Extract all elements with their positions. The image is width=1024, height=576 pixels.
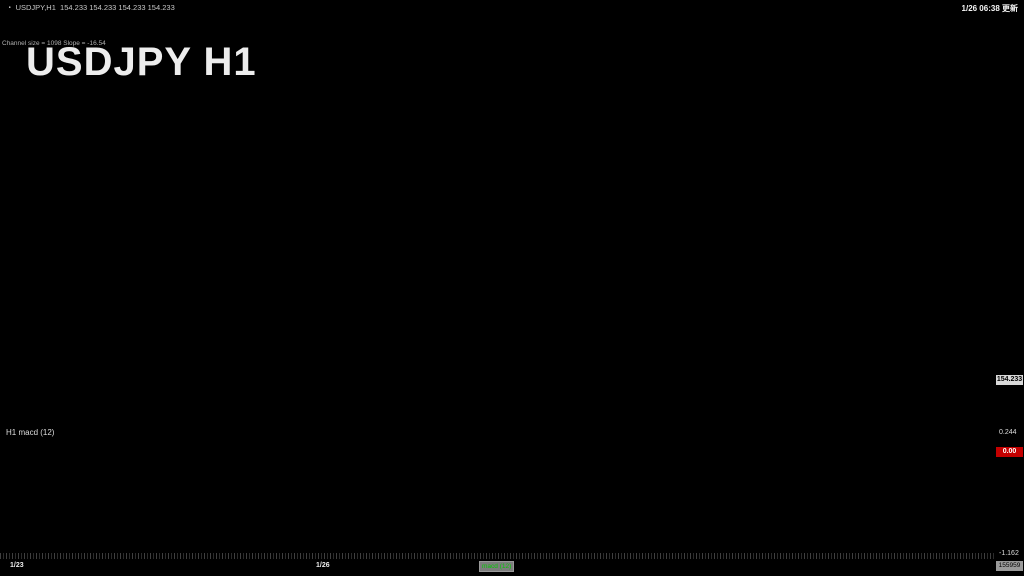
updated-timestamp: 1/26 06:38 更新: [962, 3, 1018, 14]
time-axis-strip[interactable]: [0, 553, 995, 559]
macd-pane-label: H1 macd (12): [6, 428, 54, 437]
session-date-label-2: 1/26: [316, 562, 330, 569]
macd-zero-box: 0.00: [996, 447, 1023, 457]
macd-upper-value: 0.244: [999, 429, 1017, 436]
chart-canvas[interactable]: [0, 0, 1024, 576]
bar-counter-box: 155959: [996, 561, 1023, 571]
symbol-ohlc-line: ・ USDJPY,H1 154.233 154.233 154.233 154.…: [6, 2, 175, 13]
macd-lower-value: -1.162: [999, 550, 1019, 557]
watermark: USDJPY H1: [26, 42, 257, 82]
trading-chart-window: ・ USDJPY,H1 154.233 154.233 154.233 154.…: [0, 0, 1024, 576]
current-price-box: 154.233: [996, 375, 1023, 385]
macd-indicator-tag[interactable]: macd (12): [479, 561, 514, 572]
session-date-label-1: 1/23: [10, 562, 24, 569]
